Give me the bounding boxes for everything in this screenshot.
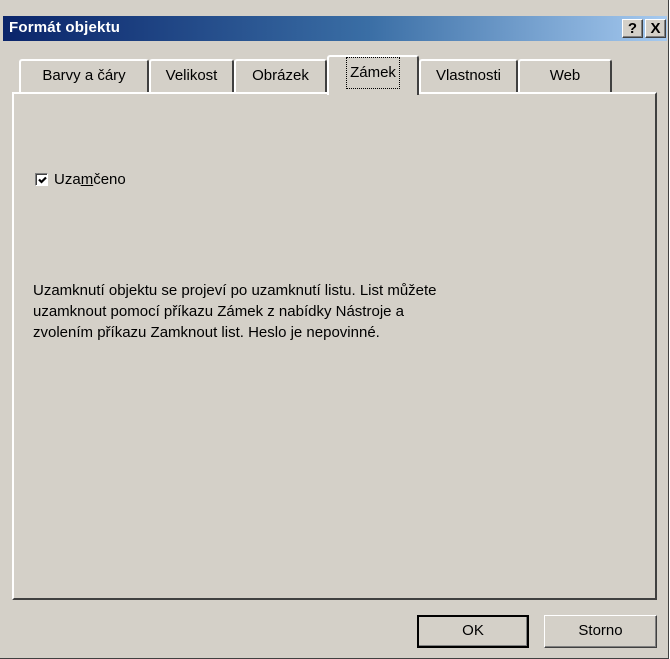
tab-lock[interactable]: Zámek [327,55,419,95]
cancel-button-label: Storno [578,622,623,639]
tab-label: Vlastnosti [435,67,502,84]
label-part: Uza [54,171,81,188]
ok-button-label: OK [462,622,484,639]
tab-picture[interactable]: Obrázek [234,59,327,93]
locked-checkbox[interactable] [35,173,48,186]
checkmark-icon [38,176,47,184]
mnemonic-letter: m [80,171,94,188]
tab-label: Velikost [165,67,218,84]
tab-colors-and-lines[interactable]: Barvy a čáry [19,59,149,93]
dialog-title: Formát objektu [9,19,121,36]
tab-label: Obrázek [252,67,309,84]
ok-button[interactable]: OK [417,615,529,648]
close-button[interactable]: X [645,19,666,38]
tab-web[interactable]: Web [518,59,612,93]
help-icon: ? [627,20,638,37]
format-object-dialog: Formát objektu ? X Barvy a čáry Velikost… [0,0,669,659]
close-icon: X [650,20,661,37]
cancel-button[interactable]: Storno [544,615,657,648]
tab-label: Zámek [346,57,400,89]
locked-checkbox-label: Uzamčeno [54,171,126,188]
tab-label: Barvy a čáry [42,67,126,84]
tab-panel-lock [12,92,657,600]
locked-checkbox-row[interactable]: Uzamčeno [35,171,126,188]
title-bar[interactable]: Formát objektu ? X [3,16,667,41]
lock-info-text: Uzamknutí objektu se projeví po uzamknut… [33,282,437,341]
label-part: čeno [93,171,126,188]
tab-label: Web [549,67,581,84]
help-button[interactable]: ? [622,19,643,38]
tab-properties[interactable]: Vlastnosti [419,59,518,93]
tab-size[interactable]: Velikost [149,59,234,93]
